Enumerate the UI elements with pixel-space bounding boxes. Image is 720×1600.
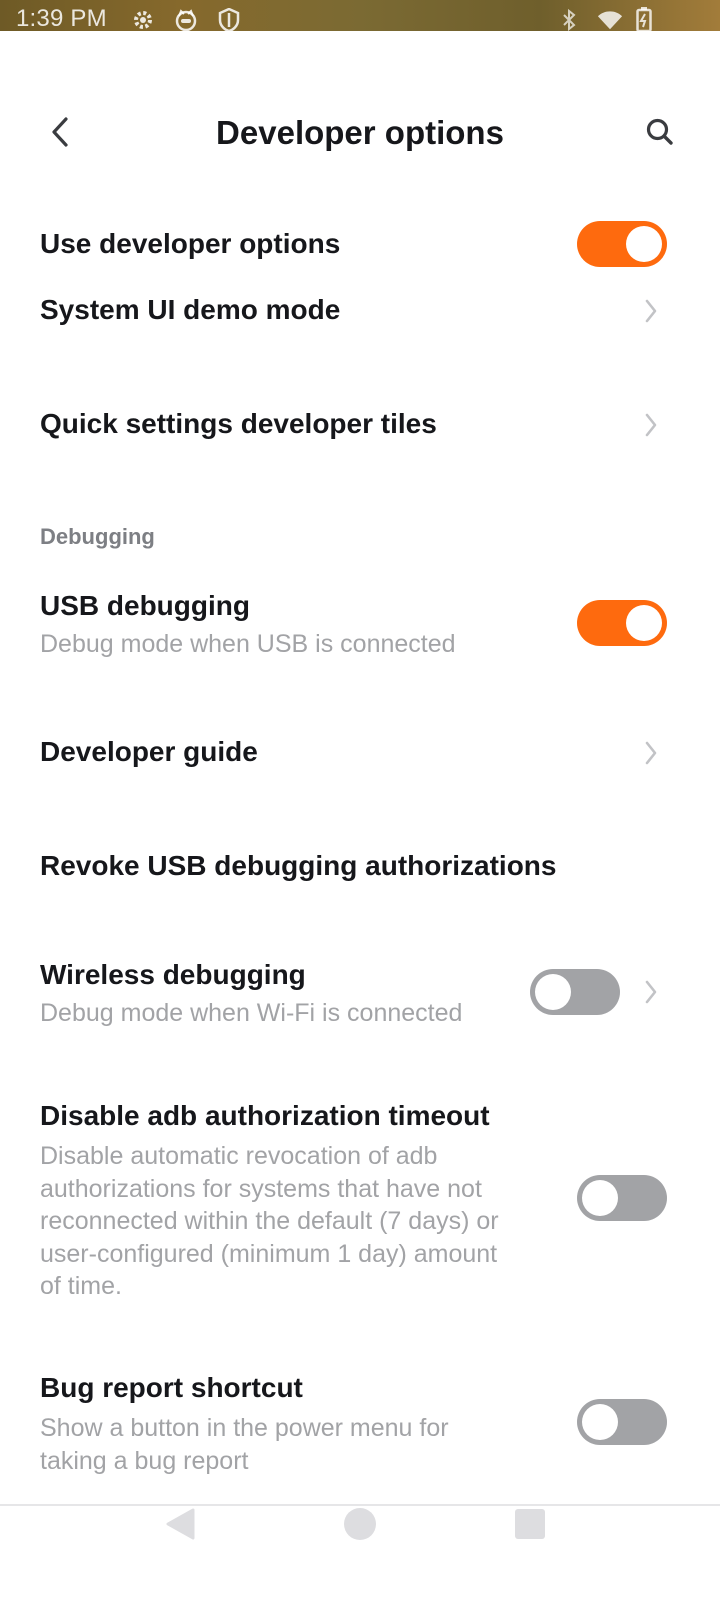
- toggle-knob: [582, 1404, 618, 1440]
- setting-subtitle: Debug mode when Wi-Fi is connected: [40, 999, 463, 1027]
- setting-title: USB debugging: [40, 590, 250, 621]
- setting-quick-settings-tiles[interactable]: Quick settings developer tiles: [0, 388, 720, 462]
- setting-subtitle-line: reconnected within the default (7 days) …: [40, 1207, 499, 1235]
- bluetooth-icon: [556, 8, 582, 32]
- wifi-icon: [597, 8, 623, 32]
- setting-system-ui-demo-mode[interactable]: System UI demo mode: [0, 280, 720, 344]
- cat-face-icon: [173, 8, 199, 32]
- bug-report-shortcut-toggle[interactable]: [577, 1399, 667, 1445]
- setting-title: Use developer options: [40, 228, 341, 259]
- setting-subtitle-line: taking a bug report: [40, 1446, 249, 1475]
- setting-title: Developer guide: [40, 736, 258, 767]
- disable-adb-timeout-toggle[interactable]: [577, 1175, 667, 1221]
- setting-usb-debugging[interactable]: USB debugging Debug mode when USB is con…: [0, 580, 720, 670]
- search-icon: [645, 117, 675, 152]
- home-circle-icon: [343, 1507, 377, 1546]
- nav-home-button[interactable]: [330, 1506, 390, 1546]
- toggle-knob: [582, 1180, 618, 1216]
- usb-debugging-toggle[interactable]: [577, 600, 667, 646]
- setting-wireless-debugging[interactable]: Wireless debugging Debug mode when Wi-Fi…: [0, 950, 720, 1040]
- setting-subtitle-line: Show a button in the power menu for: [40, 1414, 449, 1442]
- setting-subtitle-line: Disable automatic revocation of adb: [40, 1142, 438, 1170]
- toggle-knob: [535, 974, 571, 1010]
- setting-subtitle-line: user-configured (minimum 1 day) amount: [40, 1239, 498, 1268]
- setting-disable-adb-timeout[interactable]: Disable adb authorization timeout Disabl…: [0, 1092, 720, 1310]
- status-bar: 1:39 PM: [0, 0, 720, 33]
- app-bar: Developer options: [0, 100, 720, 170]
- navigation-bar: [0, 1504, 720, 1600]
- battery-icon: [631, 7, 657, 33]
- setting-title: System UI demo mode: [40, 294, 341, 325]
- setting-use-developer-options[interactable]: Use developer options: [0, 210, 720, 280]
- gear-icon: [130, 8, 156, 32]
- toggle-knob: [626, 605, 662, 641]
- recents-square-icon: [514, 1508, 546, 1545]
- setting-title: Bug report shortcut: [40, 1372, 303, 1403]
- chevron-right-icon: [641, 738, 661, 768]
- toggle-knob: [626, 226, 662, 262]
- nav-recents-button[interactable]: [500, 1506, 560, 1546]
- use-developer-options-toggle[interactable]: [577, 221, 667, 267]
- wireless-debugging-toggle[interactable]: [530, 969, 620, 1015]
- setting-title: Revoke USB debugging authorizations: [40, 850, 557, 881]
- chevron-right-icon: [641, 410, 661, 440]
- setting-subtitle-line: of time.: [40, 1272, 122, 1300]
- section-header-debugging: Debugging: [40, 524, 155, 549]
- setting-title: Quick settings developer tiles: [40, 408, 437, 439]
- status-time: 1:39 PM: [16, 5, 107, 32]
- chevron-right-icon: [641, 296, 661, 326]
- setting-developer-guide[interactable]: Developer guide: [0, 716, 720, 790]
- setting-title: Disable adb authorization timeout: [40, 1100, 490, 1131]
- setting-subtitle: Debug mode when USB is connected: [40, 630, 456, 658]
- setting-subtitle-line: authorizations for systems that have not: [40, 1174, 482, 1203]
- chevron-right-icon: [641, 977, 661, 1007]
- shield-icon: [216, 8, 242, 32]
- setting-title: Wireless debugging: [40, 959, 306, 990]
- nav-back-button[interactable]: [150, 1506, 210, 1546]
- setting-bug-report-shortcut[interactable]: Bug report shortcut Show a button in the…: [0, 1364, 720, 1488]
- back-triangle-icon: [164, 1507, 196, 1546]
- setting-revoke-usb-authorizations[interactable]: Revoke USB debugging authorizations: [0, 830, 720, 904]
- page-title: Developer options: [216, 114, 504, 151]
- search-button[interactable]: [636, 110, 684, 158]
